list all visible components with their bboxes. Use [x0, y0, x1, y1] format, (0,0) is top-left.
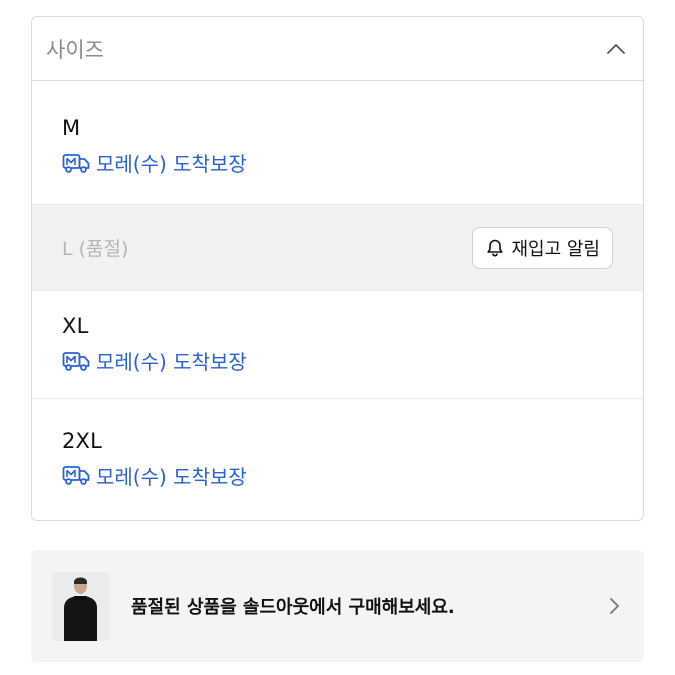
size-option-2xl[interactable]: 2XL 모레(수) 도착보장: [32, 399, 643, 519]
shipping-text: 모레(수) 도착보장: [96, 350, 247, 374]
delivery-truck-icon: [62, 351, 90, 371]
soldout-size-label: L (품절): [62, 238, 129, 260]
size-option-m[interactable]: M 모레(수) 도착보장: [32, 81, 643, 205]
shipping-text: 모레(수) 도착보장: [96, 152, 247, 176]
size-label: XL: [62, 314, 89, 338]
chevron-up-icon: [607, 43, 625, 54]
size-option-l: L (품절) 재입고 알림: [32, 205, 643, 291]
size-dropdown-header[interactable]: 사이즈: [32, 17, 643, 81]
size-dropdown: 사이즈 M 모레(수) 도착보장 L (품절) 재입고 알림 XL 모레(수) …: [31, 16, 644, 521]
model-image: [52, 571, 109, 641]
delivery-guarantee: 모레(수) 도착보장: [62, 346, 613, 375]
restock-alert-button[interactable]: 재입고 알림: [472, 226, 613, 269]
product-thumbnail: [52, 571, 109, 641]
chevron-right-icon: [610, 598, 619, 614]
restock-button-label: 재입고 알림: [511, 238, 600, 260]
bell-icon: [487, 239, 504, 257]
dropdown-title: 사이즈: [46, 37, 104, 62]
shipping-text: 모레(수) 도착보장: [96, 464, 247, 489]
size-label: M: [62, 116, 81, 140]
size-option-xl[interactable]: XL 모레(수) 도착보장: [32, 291, 643, 399]
banner-text: 품절된 상품을 솔드아웃에서 구매해보세요.: [131, 597, 455, 618]
delivery-truck-icon: [62, 466, 90, 485]
soldout-banner[interactable]: 품절된 상품을 솔드아웃에서 구매해보세요.: [31, 550, 644, 662]
size-label: 2XL: [62, 428, 103, 453]
delivery-truck-icon: [62, 153, 90, 173]
delivery-guarantee: 모레(수) 도착보장: [62, 148, 613, 177]
delivery-guarantee: 모레(수) 도착보장: [62, 461, 613, 490]
